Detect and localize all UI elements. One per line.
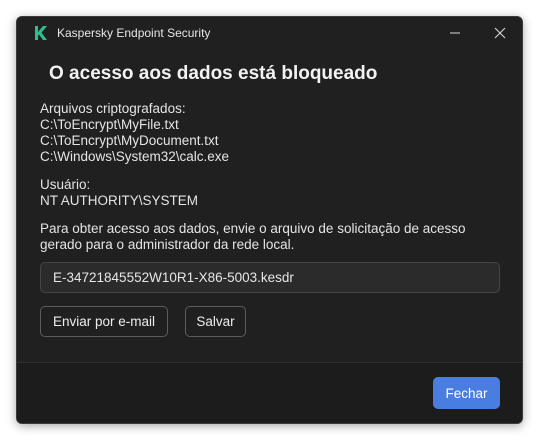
kaspersky-logo-icon: [35, 26, 47, 40]
file-path: C:\ToEncrypt\MyFile.txt: [40, 117, 179, 132]
file-path: C:\ToEncrypt\MyDocument.txt: [40, 133, 219, 148]
close-window-button[interactable]: [477, 17, 522, 49]
minimize-icon: [450, 32, 460, 34]
instructions-text: Para obter acesso aos dados, envie o arq…: [40, 221, 466, 252]
app-title: Kaspersky Endpoint Security: [57, 26, 211, 40]
user-section: Usuário: NT AUTHORITY\SYSTEM: [40, 177, 198, 209]
encrypted-files-section: Arquivos criptografados: C:\ToEncrypt\My…: [40, 101, 229, 165]
send-by-email-button[interactable]: Enviar por e-mail: [40, 306, 168, 337]
save-button[interactable]: Salvar: [185, 306, 246, 337]
user-label: Usuário:: [40, 177, 91, 192]
dialog-heading: O acesso aos dados está bloqueado: [49, 63, 378, 84]
dialog-window: Kaspersky Endpoint Security O acesso aos…: [16, 16, 523, 424]
close-icon: [494, 27, 506, 39]
close-button[interactable]: Fechar: [433, 377, 500, 409]
request-file-field[interactable]: [40, 262, 500, 293]
user-value: NT AUTHORITY\SYSTEM: [40, 193, 199, 208]
minimize-button[interactable]: [432, 17, 478, 49]
file-path: C:\Windows\System32\calc.exe: [40, 149, 230, 164]
title-bar[interactable]: Kaspersky Endpoint Security: [17, 17, 522, 49]
encrypted-files-label: Arquivos criptografados:: [40, 101, 186, 116]
